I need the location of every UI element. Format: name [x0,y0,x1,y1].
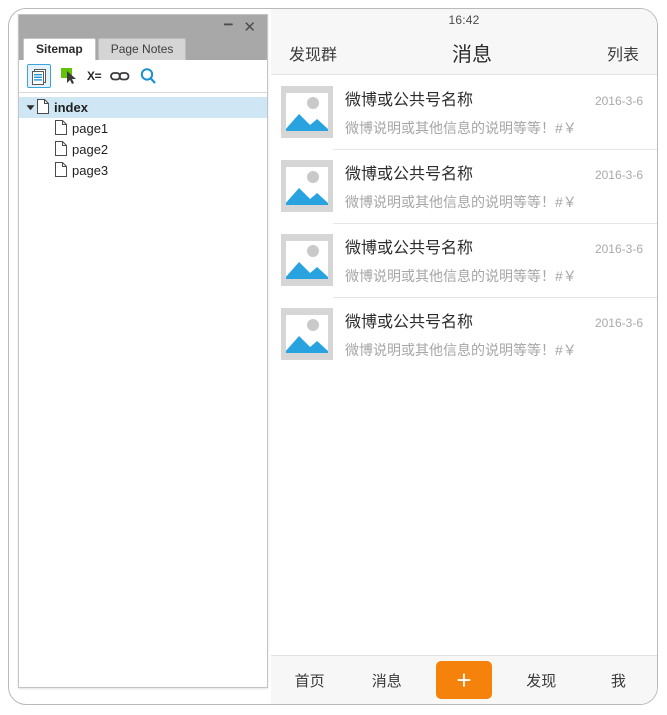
nav-title: 消息 [452,44,492,66]
tree-node-label: page3 [72,163,109,178]
nav-right-button[interactable]: 列表 [607,41,639,65]
search-icon[interactable] [139,65,157,87]
tab-add-wrapper: + [425,661,502,699]
image-placeholder-icon [281,234,333,286]
list-item[interactable]: 微博或公共号名称 2016-3-6 微博说明或其他信息的说明等等！#￥ [271,223,657,297]
tree-node-label: page2 [72,142,109,157]
message-list: 微博或公共号名称 2016-3-6 微博说明或其他信息的说明等等！#￥ 微博或公… [271,75,657,655]
list-item[interactable]: 微博或公共号名称 2016-3-6 微博说明或其他信息的说明等等！#￥ [271,149,657,223]
nav-left-button[interactable]: 发现群 [289,41,337,65]
list-item-date: 2016-3-6 [594,94,643,108]
list-item-body: 微博或公共号名称 2016-3-6 微博说明或其他信息的说明等等！#￥ [333,234,643,286]
status-time: 16:42 [448,13,480,27]
list-item-subtitle: 微博说明或其他信息的说明等等！#￥ [345,194,577,210]
variable-label: X= [87,69,102,83]
close-icon[interactable]: ✕ [238,20,261,35]
image-placeholder-icon [281,160,333,212]
tree-node-page3[interactable]: page3 [19,160,267,181]
device-screen: 16:42 发现群 消息 列表 微博或公共号名称 2016-3-6 微博说明或其… [271,9,657,704]
image-placeholder-icon [281,308,333,360]
tab-discover[interactable]: 发现 [503,670,580,691]
mountain-icon [286,114,328,131]
list-item[interactable]: 微博或公共号名称 2016-3-6 微博说明或其他信息的说明等等！#￥ [271,297,657,371]
tab-me[interactable]: 我 [580,670,657,691]
page-file-icon [55,140,67,159]
add-button[interactable]: + [436,661,492,699]
image-placeholder-icon [281,86,333,138]
list-item-subtitle: 微博说明或其他信息的说明等等！#￥ [345,342,577,358]
tree-node-label: index [54,100,88,115]
chevron-down-icon[interactable] [23,103,37,112]
link-icon[interactable] [110,65,130,87]
minimize-icon[interactable]: − [218,16,238,33]
cursor-icon[interactable] [60,65,78,87]
screen-root: 16:42 发现群 消息 列表 微博或公共号名称 2016-3-6 微博说明或其… [0,0,667,715]
list-item-date: 2016-3-6 [594,316,643,330]
list-item-body: 微博或公共号名称 2016-3-6 微博说明或其他信息的说明等等！#￥ [333,160,643,212]
list-item-date: 2016-3-6 [594,242,643,256]
list-item-body: 微博或公共号名称 2016-3-6 微博说明或其他信息的说明等等！#￥ [333,308,643,360]
page-file-icon [55,161,67,180]
bottom-tab-bar: 首页 消息 + 发现 我 [271,655,657,704]
nav-bar: 发现群 消息 列表 [271,31,657,75]
tab-sitemap[interactable]: Sitemap [23,38,96,60]
tree-node-page2[interactable]: page2 [19,139,267,160]
page-file-icon [37,98,49,117]
list-item-body: 微博或公共号名称 2016-3-6 微博说明或其他信息的说明等等！#￥ [333,86,643,138]
mountain-icon [286,262,328,279]
mountain-icon [286,188,328,205]
tree-node-label: page1 [72,121,109,136]
list-item-title: 微博或公共号名称 [345,240,474,257]
list-item-title: 微博或公共号名称 [345,92,474,109]
sitemap-tree: index page1 page2 page3 [19,93,267,687]
tree-node-page1[interactable]: page1 [19,118,267,139]
panel-titlebar[interactable]: − ✕ [19,15,267,39]
panel-toolbar: X= [19,60,267,93]
tab-messages[interactable]: 消息 [348,670,425,691]
sitemap-panel: − ✕ Sitemap Page Notes X= index page1 pa… [18,14,268,688]
list-item-date: 2016-3-6 [594,168,643,182]
tab-home[interactable]: 首页 [271,670,348,691]
variable-icon[interactable]: X= [87,65,102,87]
list-item-title: 微博或公共号名称 [345,314,474,331]
list-item[interactable]: 微博或公共号名称 2016-3-6 微博说明或其他信息的说明等等！#￥ [271,75,657,149]
status-bar: 16:42 [271,9,657,31]
tree-node-index[interactable]: index [19,97,267,118]
page-file-icon [55,119,67,138]
page-icon[interactable] [27,64,51,88]
tab-page-notes[interactable]: Page Notes [97,38,187,60]
panel-tabs: Sitemap Page Notes [19,38,267,60]
list-item-subtitle: 微博说明或其他信息的说明等等！#￥ [345,120,577,136]
list-item-subtitle: 微博说明或其他信息的说明等等！#￥ [345,268,577,284]
list-item-title: 微博或公共号名称 [345,166,474,183]
mountain-icon [286,336,328,353]
